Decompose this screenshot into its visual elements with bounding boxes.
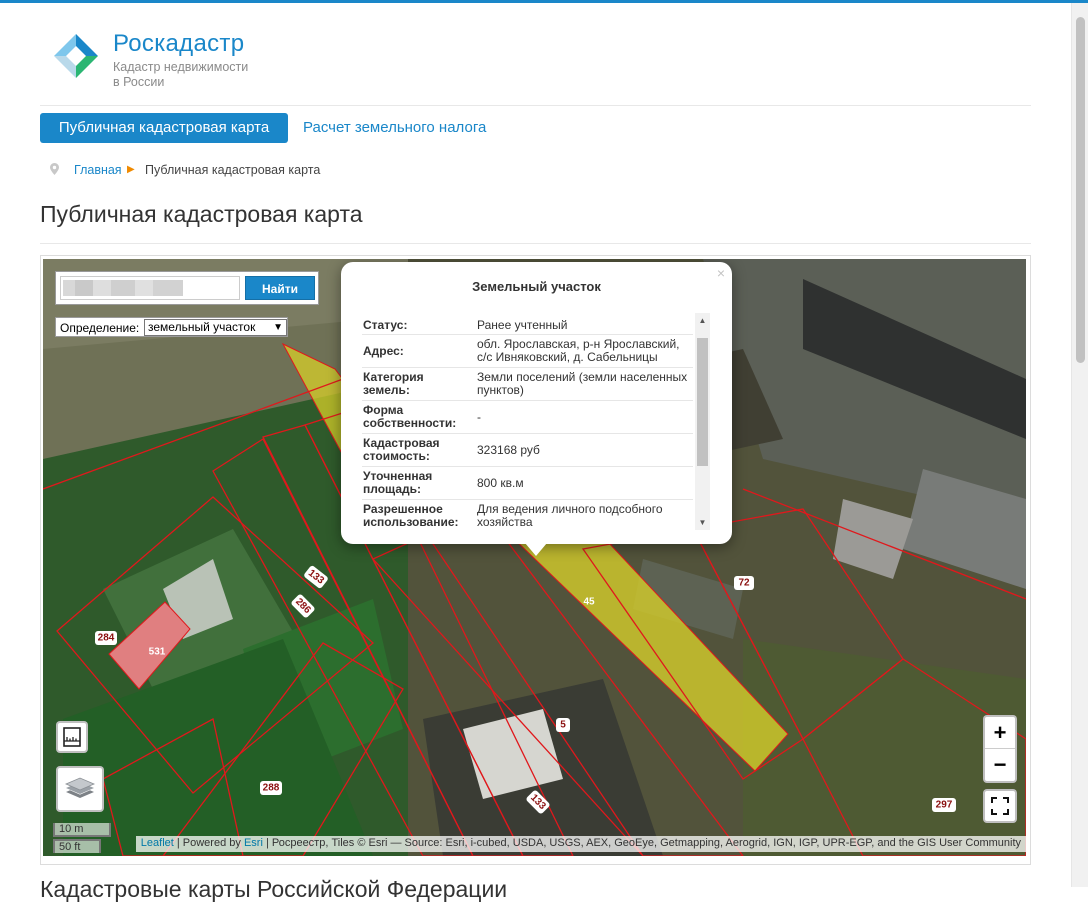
table-row: Разрешенное использование: Для ведения л…: [362, 500, 693, 530]
row-value: -: [477, 410, 481, 424]
page-title: Публичная кадастровая карта: [40, 201, 363, 227]
table-row: Адрес: обл. Ярославская, р-н Ярославский…: [362, 335, 693, 368]
layers-icon: [64, 777, 96, 798]
map-attribution: Leaflet | Powered by Esri | Росреестр, T…: [135, 836, 1026, 852]
search-panel: Найти: [55, 271, 319, 305]
table-row: Уточненная площадь: 800 кв.м: [362, 467, 693, 500]
definition-select-value: земельный участок: [148, 320, 256, 334]
brand-title[interactable]: Роскадастр: [113, 30, 244, 58]
brand-subtitle: Кадастр недвижимости в России: [113, 60, 283, 90]
attribution-text: | Росреестр, Tiles © Esri — Source: Esri…: [262, 837, 1021, 849]
row-key: Адрес:: [363, 344, 404, 358]
popup-tip: [525, 543, 547, 556]
breadcrumb-home-link[interactable]: Главная: [74, 163, 122, 177]
page-scrollbar[interactable]: [1071, 3, 1088, 887]
scroll-up-icon[interactable]: ▲: [695, 313, 710, 328]
page-scrollbar-thumb[interactable]: [1076, 17, 1085, 363]
popup-title: Земельный участок: [472, 279, 601, 294]
zoom-in-button[interactable]: +: [985, 717, 1015, 749]
parcel-label: 531: [149, 647, 166, 658]
definition-label: Определение:: [60, 321, 140, 335]
row-value: 323168 руб: [477, 443, 540, 457]
brand-subtitle-line2: в России: [113, 75, 165, 89]
popup-info-table[interactable]: Статус: Ранее учтенный Адрес: обл. Яросл…: [362, 315, 693, 530]
esri-link[interactable]: Esri: [244, 837, 263, 849]
row-value: 800 кв.м: [477, 476, 524, 490]
table-row: Категория земель: Земли поселений (земли…: [362, 368, 693, 401]
parcel-label: 288: [263, 783, 280, 794]
table-row: Статус: Ранее учтенный: [362, 315, 693, 335]
row-key: Уточненная площадь:: [363, 469, 433, 496]
cadastral-map[interactable]: 133 286 284 531 288 45 72 5 133 297 Найт…: [43, 259, 1026, 856]
row-key: Статус:: [363, 318, 408, 332]
fullscreen-icon: [991, 797, 1009, 815]
attribution-powered: | Powered by: [173, 837, 244, 849]
row-key: Разрешенное использование:: [363, 502, 459, 529]
row-value: Для ведения личного подсобного хозяйства: [477, 502, 663, 529]
leaflet-link[interactable]: Leaflet: [141, 837, 174, 849]
popup-scrollbar-thumb[interactable]: [697, 338, 708, 466]
breadcrumb-separator-icon: ▶: [127, 164, 135, 175]
parcel-label: 5: [560, 720, 566, 731]
parcel-label: 45: [583, 597, 595, 608]
table-row: Форма собственности: -: [362, 401, 693, 434]
ruler-icon: [63, 727, 81, 747]
breadcrumb-current: Публичная кадастровая карта: [145, 163, 321, 177]
scale-metric: 10 m: [53, 823, 111, 837]
location-pin-icon: [50, 163, 59, 175]
table-row: Кадастровая стоимость: 323168 руб: [362, 434, 693, 467]
divider: [40, 105, 1031, 106]
fullscreen-button[interactable]: [983, 789, 1017, 823]
parcel-info-popup: × Земельный участок Статус: Ранее учтенн…: [341, 262, 732, 544]
row-value: обл. Ярославская, р-н Ярославский, с/с И…: [477, 337, 680, 364]
definition-select[interactable]: земельный участок ▼: [144, 319, 287, 336]
divider: [40, 243, 1031, 244]
popup-scrollbar[interactable]: ▲ ▼: [695, 313, 710, 530]
zoom-control: + −: [983, 715, 1017, 783]
scroll-down-icon[interactable]: ▼: [695, 515, 710, 530]
zoom-out-button[interactable]: −: [985, 749, 1015, 781]
search-input-text: [63, 280, 183, 296]
row-key: Категория земель:: [363, 370, 424, 397]
search-input[interactable]: [60, 276, 240, 300]
brand-subtitle-line1: Кадастр недвижимости: [113, 60, 249, 74]
scale-imperial: 50 ft: [53, 839, 101, 853]
row-key: Форма собственности:: [363, 403, 457, 430]
nav-link-land-tax[interactable]: Расчет земельного налога: [303, 119, 486, 136]
top-accent-bar: [0, 0, 1088, 3]
parcel-label: 297: [936, 800, 953, 811]
roskadastr-logo-icon[interactable]: [54, 34, 98, 78]
row-key: Кадастровая стоимость:: [363, 436, 440, 463]
layers-button[interactable]: [56, 766, 104, 812]
definition-panel: Определение: земельный участок ▼: [55, 317, 288, 337]
section-title: Кадастровые карты Российской Федерации: [40, 876, 508, 902]
parcel-label: 284: [98, 633, 115, 644]
search-button[interactable]: Найти: [245, 276, 315, 300]
row-value: Ранее учтенный: [477, 318, 568, 332]
chevron-down-icon: ▼: [273, 322, 283, 333]
row-value: Земли поселений (земли населенных пункто…: [477, 370, 688, 397]
measure-button[interactable]: [56, 721, 88, 753]
parcel-label: 72: [738, 578, 750, 589]
nav-tab-cadastral-map[interactable]: Публичная кадастровая карта: [40, 113, 288, 143]
